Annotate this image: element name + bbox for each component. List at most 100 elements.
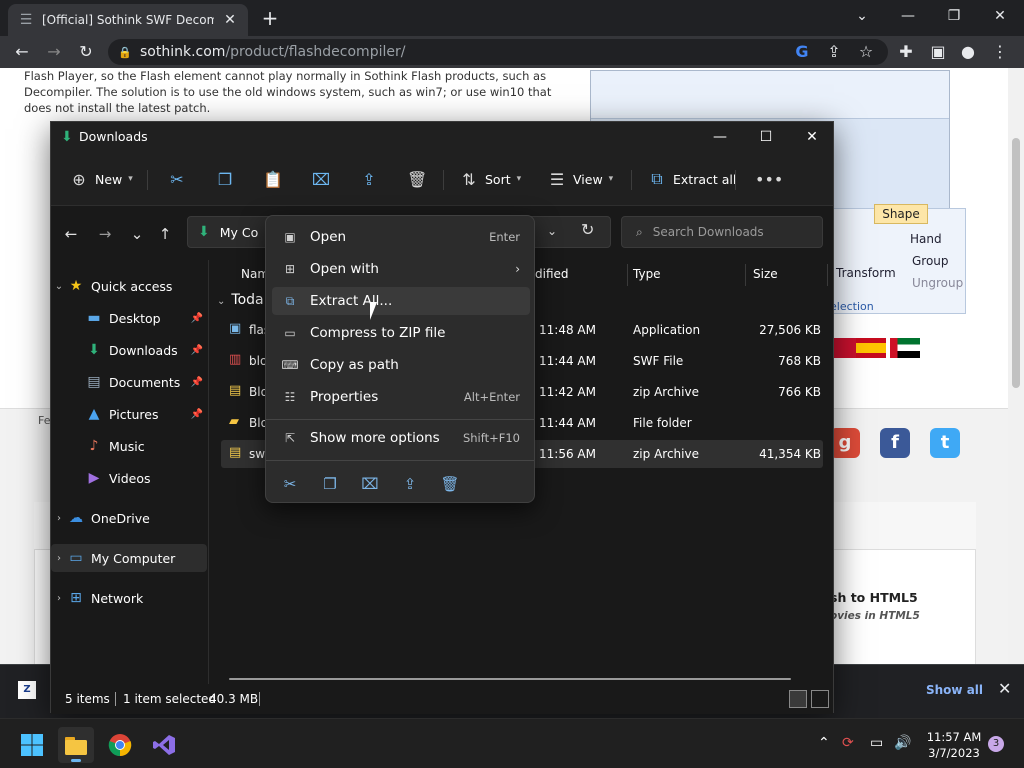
up-button[interactable]: ↑	[153, 222, 177, 246]
nav-network[interactable]: › ⊞ Network	[51, 584, 207, 612]
taskbar-clock[interactable]: 11:57 AM 3/7/2023	[924, 729, 984, 761]
nav-videos[interactable]: ▶ Videos	[51, 464, 207, 492]
chevron-down-icon[interactable]: ⌄	[51, 281, 67, 292]
status-item-count: 5 items	[65, 692, 110, 706]
display-icon[interactable]: ▭	[870, 735, 883, 751]
nav-music[interactable]: ♪ Music	[51, 432, 207, 460]
bookmark-star-icon[interactable]: ☆	[854, 40, 878, 64]
menu-item-properties[interactable]: ☷ Properties Alt+Enter	[272, 383, 530, 411]
delete-button[interactable]: 🗑	[401, 162, 433, 196]
close-tab-icon[interactable]: ✕	[222, 12, 238, 28]
horizontal-scrollbar[interactable]	[229, 678, 791, 680]
search-input[interactable]	[652, 225, 803, 239]
reload-button[interactable]: ↻	[74, 40, 98, 64]
more-options-button[interactable]: •••	[749, 162, 783, 196]
network-icon: ⊞	[70, 590, 82, 606]
details-view-icon[interactable]	[789, 690, 807, 708]
volume-icon[interactable]: 🔊	[894, 735, 911, 751]
menu-shortcut: Shift+F10	[462, 431, 520, 445]
sync-icon[interactable]: ⟳	[842, 735, 854, 751]
nav-quick-access[interactable]: ⌄ ★ Quick access	[51, 272, 207, 300]
column-type[interactable]: Type	[633, 260, 661, 288]
cut-button[interactable]: ✂	[161, 162, 193, 196]
side-panel-icon[interactable]: ▣	[926, 40, 950, 64]
twitter-icon[interactable]: t	[930, 428, 960, 458]
address-bar[interactable]: 🔒 sothink.com/product/flashdecompiler/	[108, 39, 888, 65]
paste-button[interactable]: 📋	[257, 162, 289, 196]
copy-icon[interactable]: ❐	[316, 470, 344, 498]
new-button[interactable]: ⊕ New ▾	[63, 162, 139, 196]
new-tab-button[interactable]: +	[258, 6, 282, 30]
menu-item-open-with[interactable]: ⊞ Open with ›	[272, 255, 530, 283]
rename-button[interactable]: ⌧	[305, 162, 337, 196]
back-button[interactable]: ←	[10, 40, 34, 64]
close-window-button[interactable]: ✕	[977, 0, 1023, 32]
explorer-close-button[interactable]: ✕	[789, 122, 835, 152]
group-header-today[interactable]: ⌄ Toda	[217, 292, 264, 308]
forward-button[interactable]: →	[42, 40, 66, 64]
file-explorer-taskbar-button[interactable]	[58, 727, 94, 763]
column-date-modified[interactable]: dified	[535, 260, 569, 288]
menu-item-open[interactable]: ▣ Open Enter	[272, 223, 530, 251]
copy-button[interactable]: ❐	[209, 162, 241, 196]
sort-label: Sort	[485, 171, 511, 187]
show-all-button[interactable]: Show all	[926, 683, 983, 697]
column-size[interactable]: Size	[753, 260, 778, 288]
share-icon[interactable]: ⇪	[822, 40, 846, 64]
recent-locations-chevron-icon[interactable]: ⌄	[125, 222, 149, 246]
tab-search-chevron-icon[interactable]: ⌄	[839, 0, 885, 32]
view-label: View	[573, 171, 603, 187]
refresh-icon[interactable]: ↻	[581, 220, 594, 239]
close-download-bar-icon[interactable]: ✕	[998, 679, 1011, 698]
rename-icon[interactable]: ⌧	[356, 470, 384, 498]
page-scrollbar[interactable]	[1008, 68, 1024, 664]
google-icon[interactable]: G	[790, 40, 814, 64]
browser-tab[interactable]: ☰ [Official] Sothink SWF Decompile ✕	[8, 4, 248, 36]
chevron-right-icon[interactable]: ›	[51, 593, 67, 604]
star-icon: ★	[69, 278, 83, 294]
view-button[interactable]: ☰ View ▾	[541, 162, 619, 196]
chrome-taskbar-button[interactable]	[102, 727, 138, 763]
google-plus-icon[interactable]: g	[830, 428, 860, 458]
notification-badge[interactable]: 3	[988, 736, 1004, 752]
zip-download-icon[interactable]: Z	[18, 681, 36, 699]
menu-item-extract-all[interactable]: ⧉ Extract All...	[272, 287, 530, 315]
nav-pictures[interactable]: ▲ Pictures 📌	[51, 400, 207, 428]
chevron-right-icon[interactable]: ›	[51, 513, 67, 524]
profile-icon[interactable]: ●	[956, 40, 980, 64]
tiles-view-icon[interactable]	[811, 690, 829, 708]
chevron-right-icon[interactable]: ›	[51, 553, 67, 564]
extract-all-button[interactable]: ⧉ Extract all	[641, 162, 742, 196]
explorer-minimize-button[interactable]: —	[697, 122, 743, 152]
menu-item-show-more-options[interactable]: ⇱ Show more options Shift+F10	[272, 424, 530, 452]
file-time: 11:48 AM	[539, 323, 596, 337]
explorer-forward-button[interactable]: →	[93, 222, 117, 246]
start-button[interactable]	[14, 727, 50, 763]
minimize-button[interactable]: —	[885, 0, 931, 32]
file-time: 11:42 AM	[539, 385, 596, 399]
show-hidden-icons-chevron-icon[interactable]: ⌃	[818, 735, 830, 751]
share-icon[interactable]: ⇪	[396, 470, 424, 498]
nav-desktop[interactable]: ▬ Desktop 📌	[51, 304, 207, 332]
menu-item-compress-zip[interactable]: ▭ Compress to ZIP file	[272, 319, 530, 347]
visual-studio-taskbar-button[interactable]	[146, 727, 182, 763]
nav-documents[interactable]: ▤ Documents 📌	[51, 368, 207, 396]
sort-button[interactable]: ⇅ Sort ▾	[453, 162, 527, 196]
share-button[interactable]: ⇪	[353, 162, 385, 196]
nav-downloads[interactable]: ⬇ Downloads 📌	[51, 336, 207, 364]
nav-onedrive[interactable]: › ☁ OneDrive	[51, 504, 207, 532]
scissors-icon[interactable]: ✂	[276, 470, 304, 498]
explorer-maximize-button[interactable]: ☐	[743, 122, 789, 152]
explorer-title-bar[interactable]: ⬇ Downloads — ☐ ✕	[51, 122, 833, 152]
extensions-icon[interactable]: ✚	[894, 40, 918, 64]
facebook-icon[interactable]: f	[880, 428, 910, 458]
trash-icon[interactable]: 🗑	[436, 470, 464, 498]
explorer-back-button[interactable]: ←	[59, 222, 83, 246]
restore-button[interactable]: ❐	[931, 0, 977, 32]
address-dropdown-icon[interactable]: ⌄	[547, 224, 557, 238]
spain-flag-icon[interactable]	[856, 338, 886, 358]
menu-item-copy-as-path[interactable]: ⌨ Copy as path	[272, 351, 530, 379]
nav-my-computer[interactable]: › ▭ My Computer	[51, 544, 207, 572]
browser-menu-icon[interactable]: ⋮	[988, 40, 1012, 64]
uae-flag-icon[interactable]	[890, 338, 920, 358]
